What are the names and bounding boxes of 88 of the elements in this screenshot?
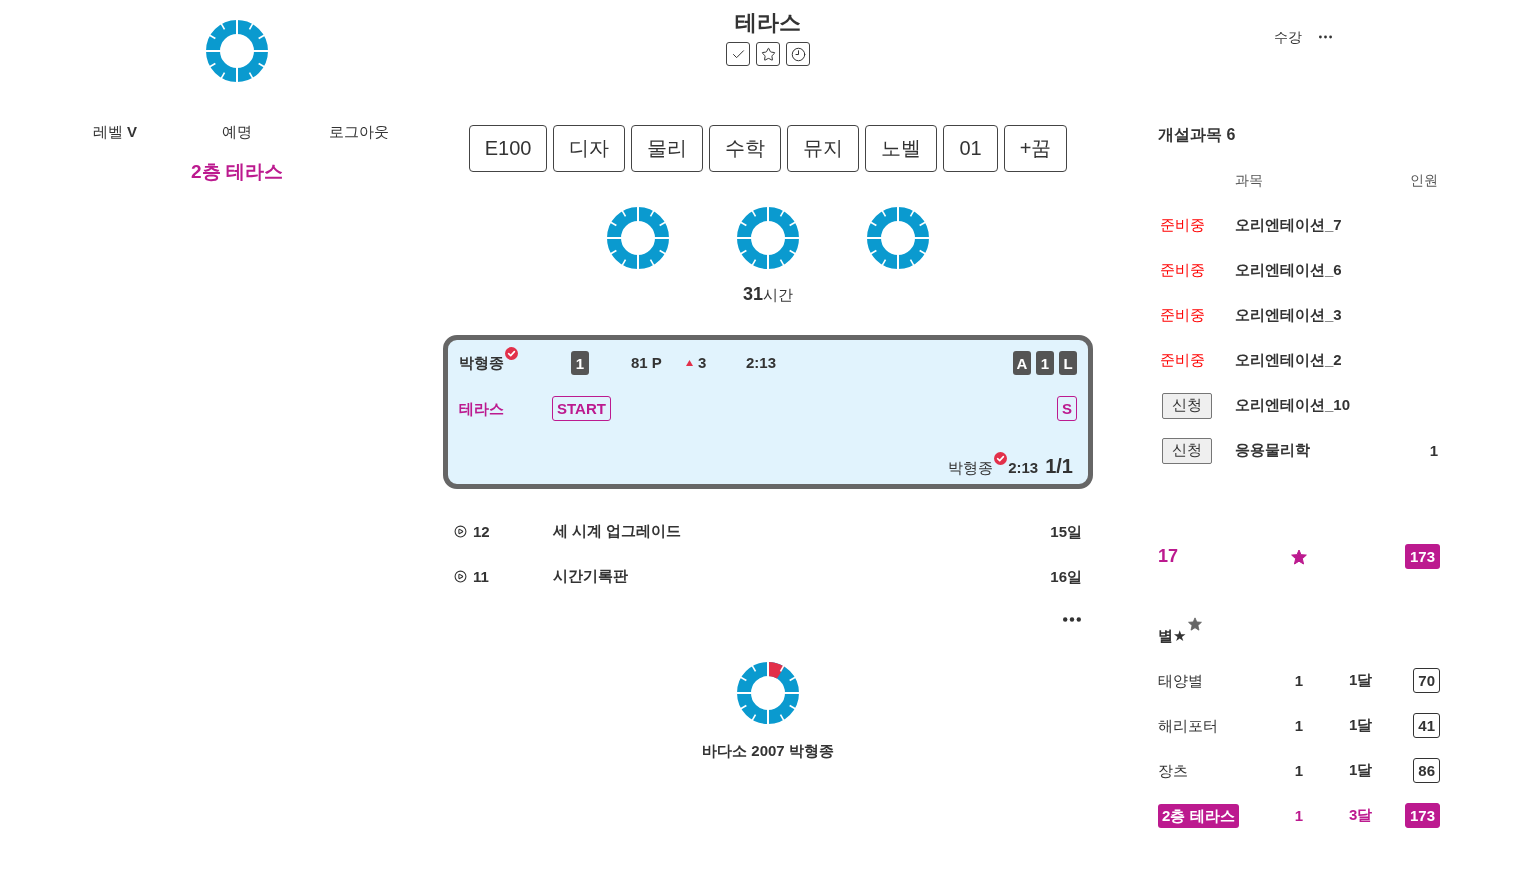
player-name: 박형종: [459, 353, 504, 373]
score-badge: 173: [1404, 803, 1440, 828]
check-button[interactable]: [726, 42, 750, 66]
course-name: 오리엔테이션_10: [1235, 396, 1351, 415]
course-count: 1: [1429, 442, 1438, 459]
tab[interactable]: +꿈: [1003, 125, 1068, 172]
ring-icon: [737, 662, 799, 724]
location-label: 2층 테라스: [191, 160, 283, 184]
time-text: 2:13: [1008, 458, 1039, 478]
ranking-count: 1: [1294, 762, 1304, 779]
activity-number: 11: [473, 566, 489, 587]
tab[interactable]: 수학: [709, 125, 782, 172]
status-label: 준비중: [1160, 306, 1205, 325]
ring-icon: [607, 207, 669, 269]
ranking-period: 1달: [1349, 671, 1373, 690]
status-label: 준비중: [1160, 351, 1205, 370]
status-label: 준비중: [1160, 261, 1205, 280]
section-title: 별★: [1158, 626, 1187, 646]
play-icon: [454, 525, 467, 538]
more-icon[interactable]: [1319, 35, 1332, 39]
rank-badge: 1: [571, 351, 589, 375]
activity-title[interactable]: 세 시계 업그레이드: [553, 522, 682, 541]
section-title: 개설과목 6: [1158, 125, 1236, 145]
apply-button[interactable]: 신청: [1162, 392, 1212, 419]
apply-button[interactable]: 신청: [1162, 437, 1212, 464]
star-icon: [1188, 617, 1203, 631]
grade-badge: A: [1013, 351, 1031, 375]
name-badge: 2층 테라스: [1158, 803, 1239, 828]
course-name: 오리엔테이션_3: [1235, 306, 1342, 325]
player-name: 박형종: [948, 458, 994, 478]
column-header: 과목: [1235, 171, 1263, 190]
summary-count: 17: [1158, 546, 1179, 567]
footer-text: 바다소 2007 박형종: [702, 741, 834, 761]
menu-link[interactable]: 수강: [1274, 27, 1302, 47]
tab[interactable]: 물리: [631, 125, 704, 172]
ranking-count: 1: [1294, 807, 1304, 824]
course-name: 오리엔테이션_6: [1235, 261, 1342, 280]
score-badge: 70: [1413, 668, 1440, 693]
clock-icon: [790, 46, 806, 62]
activity-days: 16일: [1050, 566, 1082, 587]
team-name: 테라스: [459, 398, 504, 419]
activity-number: 12: [473, 521, 490, 542]
clock-button[interactable]: [786, 42, 810, 66]
status-label: 준비중: [1160, 216, 1205, 235]
up-triangle-icon: [686, 360, 693, 366]
course-name: 응용물리학: [1235, 441, 1310, 460]
ranking-period: 1달: [1349, 716, 1373, 735]
ranking-name: 장츠: [1158, 760, 1188, 781]
ranking-period: 1달: [1349, 761, 1373, 780]
ring-icon: [867, 207, 929, 269]
ranking-count: 1: [1294, 672, 1304, 689]
change-value: 3: [698, 353, 707, 373]
score-badge: 41: [1413, 713, 1440, 738]
ranking-count: 1: [1294, 717, 1304, 734]
ranking-name: 태양별: [1158, 670, 1203, 691]
page-title: 테라스: [735, 10, 801, 36]
tag-badge: S: [1057, 396, 1077, 421]
more-icon[interactable]: [1063, 616, 1081, 622]
activity-days: 15일: [1050, 521, 1082, 542]
tab[interactable]: 디자: [553, 125, 626, 172]
activity-title[interactable]: 시간기록판: [553, 567, 628, 586]
hours-label: 31시간: [743, 283, 793, 306]
grade-badge: L: [1059, 351, 1077, 375]
star-icon: [760, 46, 776, 62]
tab[interactable]: 뮤지: [787, 125, 860, 172]
tab[interactable]: 01: [943, 125, 998, 172]
start-badge: START: [552, 396, 611, 421]
ring-icon: [737, 207, 799, 269]
play-icon: [454, 570, 467, 583]
score-badge: 86: [1413, 758, 1440, 783]
column-header: 인원: [1410, 171, 1438, 190]
ranking-name: 해리포터: [1158, 715, 1218, 736]
total-badge: 173: [1404, 544, 1440, 569]
ranking-period: 3달: [1349, 806, 1373, 825]
count-text: 1/1: [1045, 454, 1073, 478]
course-name: 오리엔테이션_2: [1235, 351, 1342, 370]
ring-icon: [206, 20, 268, 82]
tab[interactable]: E100: [468, 125, 548, 172]
nav-link[interactable]: 레벨 V: [92, 122, 138, 142]
star-button[interactable]: [756, 42, 780, 66]
time-text: 2:13: [746, 353, 777, 373]
nav-link[interactable]: 예명: [222, 122, 252, 142]
tab[interactable]: 노벨: [865, 125, 938, 172]
course-name: 오리엔테이션_7: [1235, 216, 1342, 235]
points-text: 81 P: [631, 353, 662, 373]
star-icon: [1291, 548, 1307, 565]
grade-badge: 1: [1036, 351, 1054, 375]
nav-link[interactable]: 로그아웃: [329, 122, 389, 142]
